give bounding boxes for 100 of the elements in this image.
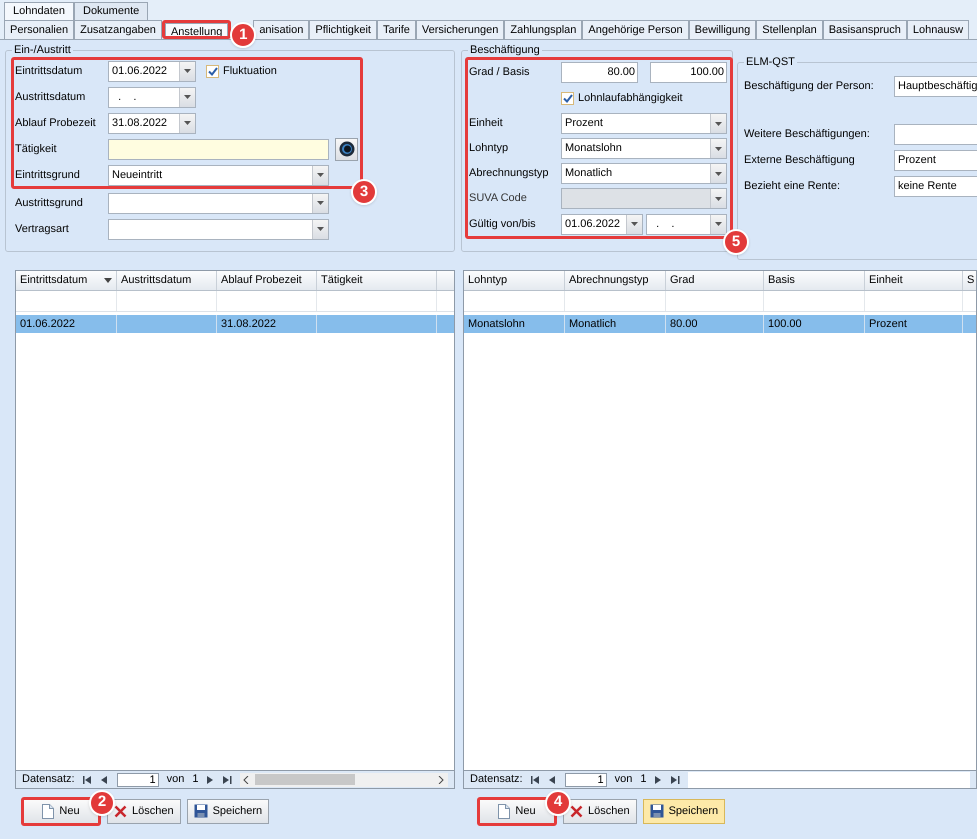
caret-icon [631, 222, 638, 226]
column-header[interactable]: Ablauf Probezeit [217, 271, 317, 290]
group-title: Beschäftigung [468, 43, 542, 57]
table-row[interactable]: 01.06.2022 31.08.2022 [16, 315, 454, 333]
field-label: SUVA Code [469, 191, 528, 206]
tab[interactable]: Basisanspruch [822, 20, 907, 39]
column-header[interactable]: S [963, 271, 976, 290]
dropdown-field[interactable] [108, 192, 329, 214]
dropdown-field[interactable]: Monatlich [561, 163, 727, 184]
column-header[interactable]: Abrechnungstyp [565, 271, 666, 290]
previous-record-icon[interactable] [100, 776, 109, 784]
disc-icon [338, 141, 354, 157]
callout-number: 1 [230, 22, 256, 48]
caret-icon [317, 173, 324, 177]
table-cell: Prozent [869, 318, 907, 330]
field-label: Abrechnungstyp [469, 166, 550, 182]
tab[interactable]: Bewilligung [688, 20, 756, 39]
horizontal-scrollbar[interactable] [240, 772, 448, 786]
last-record-icon[interactable] [671, 776, 680, 784]
caret-icon [317, 227, 324, 231]
next-record-icon[interactable] [206, 776, 216, 784]
table-cell: Monatlich [569, 318, 616, 330]
navigator-label: Datensatz: [470, 772, 523, 788]
column-header[interactable]: Einheit [865, 271, 963, 290]
last-record-icon[interactable] [223, 776, 232, 784]
caret-icon [715, 146, 722, 150]
column-header[interactable]: Grad [666, 271, 764, 290]
previous-record-icon[interactable] [548, 776, 557, 784]
checkbox[interactable]: Lohnlaufabhängigkeit [561, 90, 683, 106]
input-field[interactable] [108, 138, 329, 160]
tab[interactable]: Anstellung [164, 23, 228, 37]
dropdown-field[interactable] [894, 124, 977, 144]
dropdown-field[interactable] [108, 218, 329, 240]
table-cell: 31.08.2022 [221, 318, 276, 330]
caret-icon [184, 69, 191, 73]
delete-button[interactable]: Löschen [563, 798, 637, 824]
checkbox[interactable]: Fluktuation [206, 62, 277, 80]
column-header[interactable]: Lohntyp [464, 271, 565, 290]
dropdown-field[interactable]: Monatslohn [561, 138, 727, 159]
record-field[interactable]: 1 [116, 772, 159, 786]
caret-icon [184, 95, 191, 99]
number-field[interactable]: 80.00 [561, 62, 638, 82]
number-field[interactable]: 100.00 [650, 62, 727, 82]
tab[interactable]: Dokumente [74, 2, 148, 20]
delete-button[interactable]: Löschen [107, 798, 181, 824]
sort-icon [104, 278, 112, 283]
field-label: Bezieht eine Rente: [744, 178, 842, 194]
dropdown-field[interactable]: Prozent [561, 113, 727, 134]
record-field[interactable]: 1 [564, 772, 607, 786]
tab[interactable]: Pflichtigkeit [309, 20, 377, 39]
caret-icon [715, 122, 722, 126]
record-count: 1 [640, 772, 646, 788]
column-header[interactable]: Eintrittsdatum [16, 271, 117, 290]
caret-icon [715, 222, 722, 226]
field-label: Grad / Basis [469, 64, 531, 80]
tab[interactable]: Versicherungen [416, 20, 504, 39]
dropdown-field[interactable]: Prozent [894, 150, 977, 170]
check-icon [562, 94, 572, 102]
dropdown-field[interactable]: keine Rente [894, 176, 977, 196]
callout-number: 3 [351, 179, 377, 205]
next-record-icon[interactable] [654, 776, 664, 784]
column-header[interactable]: Austrittsdatum [117, 271, 217, 290]
first-record-icon[interactable] [530, 776, 540, 784]
dropdown-field[interactable]: Hauptbeschäftig [894, 76, 977, 96]
group-title: ELM-QST [744, 55, 797, 69]
table-row[interactable]: Monatslohn Monatlich 80.00 100.00 Prozent [464, 315, 976, 333]
tab[interactable]: Personalien [4, 20, 74, 39]
table-cell: 01.06.2022 [20, 318, 76, 330]
first-record-icon[interactable] [82, 776, 92, 784]
column-header[interactable]: Tätigkeit [317, 271, 437, 290]
scroll-left-icon [243, 776, 250, 784]
tab[interactable]: Tarife [377, 20, 416, 39]
dropdown-field[interactable]: . . [108, 86, 196, 108]
dropdown-field[interactable]: 01.06.2022 [561, 214, 643, 234]
tab[interactable]: Zahlungsplan [504, 20, 582, 39]
tab[interactable]: Stellenplan [756, 20, 823, 39]
tab[interactable]: Lohndaten [4, 2, 74, 20]
caret-icon [317, 201, 324, 205]
tab[interactable]: Lohnausw [906, 20, 970, 39]
close-icon [570, 804, 583, 818]
lookup-button[interactable] [335, 138, 358, 160]
dropdown-field[interactable]: Neueintritt [108, 164, 329, 186]
save-button[interactable]: Speichern [186, 798, 270, 824]
table-cell: 100.00 [768, 318, 802, 330]
dropdown-field[interactable]: 31.08.2022 [108, 112, 196, 134]
save-button[interactable]: Speichern [642, 798, 726, 824]
field-label: Austrittsdatum [15, 90, 86, 105]
dropdown-field[interactable]: . . [646, 214, 727, 234]
tab[interactable]: anisation [253, 20, 310, 39]
callout-number: 2 [89, 790, 115, 816]
tab[interactable]: Angehörige Person [582, 20, 689, 39]
checkbox-box[interactable] [561, 92, 574, 104]
checkbox-box[interactable] [206, 64, 219, 78]
field-label: Eintrittsdatum [15, 64, 84, 79]
dropdown-field[interactable]: 01.06.2022 [108, 60, 196, 82]
column-header[interactable]: Basis [764, 271, 865, 290]
field-label: Eintrittsgrund [15, 168, 81, 183]
field-label: Einheit [469, 116, 504, 132]
tab[interactable]: Zusatzangaben [74, 20, 162, 39]
record-count: 1 [192, 772, 198, 788]
